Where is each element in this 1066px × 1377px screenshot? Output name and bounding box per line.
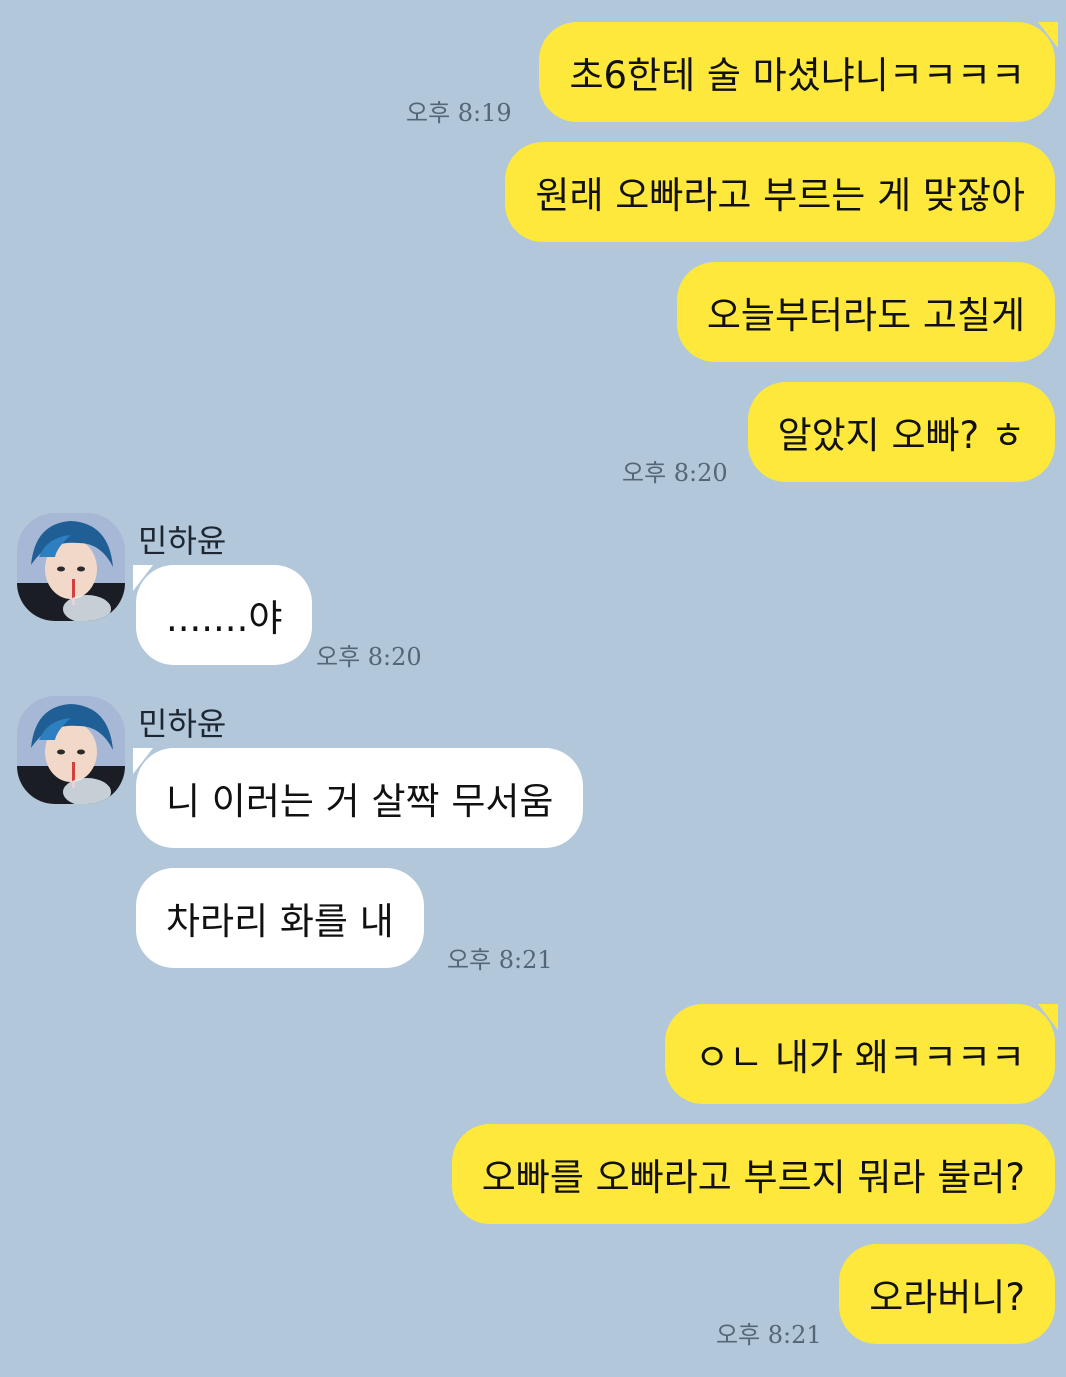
message-bubble-incoming[interactable]: 차라리 화를 내 — [136, 868, 424, 968]
message-text: 초6한테 술 마셨냐니ㅋㅋㅋㅋ — [569, 54, 1025, 97]
message-bubble-outgoing[interactable]: 오늘부터라도 고칠게 — [676, 262, 1055, 362]
profile-photo-icon — [17, 696, 125, 804]
message-timestamp: 오후 8:20 — [316, 643, 422, 671]
message-bubble-outgoing[interactable]: ㅇㄴ 내가 왜ㅋㅋㅋㅋ — [665, 1004, 1058, 1104]
message-bubble-outgoing[interactable]: 초6한테 술 마셨냐니ㅋㅋㅋㅋ — [539, 22, 1058, 122]
sender-name: 민하윤 — [138, 705, 227, 743]
message-text: 차라리 화를 내 — [166, 900, 394, 943]
message-text: 니 이러는 거 살짝 무서움 — [166, 780, 554, 823]
message-text: 오늘부터라도 고칠게 — [706, 294, 1025, 337]
profile-avatar[interactable] — [17, 513, 125, 621]
message-bubble-outgoing[interactable]: 원래 오빠라고 부르는 게 맞잖아 — [505, 142, 1055, 242]
message-text: ㅇㄴ 내가 왜ㅋㅋㅋㅋ — [695, 1036, 1025, 1079]
message-text: 오빠를 오빠라고 부르지 뭐라 불러? — [481, 1156, 1025, 1199]
profile-photo-icon — [17, 513, 125, 621]
message-text: 원래 오빠라고 부르는 게 맞잖아 — [535, 174, 1025, 217]
bubble-tail — [1038, 22, 1058, 48]
message-bubble-incoming[interactable]: 니 이러는 거 살짝 무서움 — [133, 748, 584, 848]
bubble-tail — [133, 565, 153, 591]
message-bubble-outgoing[interactable]: 오라버니? — [839, 1244, 1055, 1344]
message-timestamp: 오후 8:20 — [622, 459, 728, 487]
bubble-tail — [133, 748, 153, 774]
message-timestamp: 오후 8:21 — [447, 946, 553, 974]
message-timestamp: 오후 8:21 — [716, 1321, 822, 1349]
message-bubble-incoming[interactable]: .......야 — [133, 565, 313, 665]
message-text: 오라버니? — [869, 1276, 1025, 1319]
message-text: 알았지 오빠? ㅎ — [777, 414, 1025, 457]
message-text: .......야 — [166, 597, 283, 640]
sender-name: 민하윤 — [138, 522, 227, 560]
message-bubble-outgoing[interactable]: 오빠를 오빠라고 부르지 뭐라 불러? — [451, 1124, 1055, 1224]
message-timestamp: 오후 8:19 — [406, 99, 512, 127]
profile-avatar[interactable] — [17, 696, 125, 804]
bubble-tail — [1038, 1004, 1058, 1030]
message-bubble-outgoing[interactable]: 알았지 오빠? ㅎ — [747, 382, 1055, 482]
